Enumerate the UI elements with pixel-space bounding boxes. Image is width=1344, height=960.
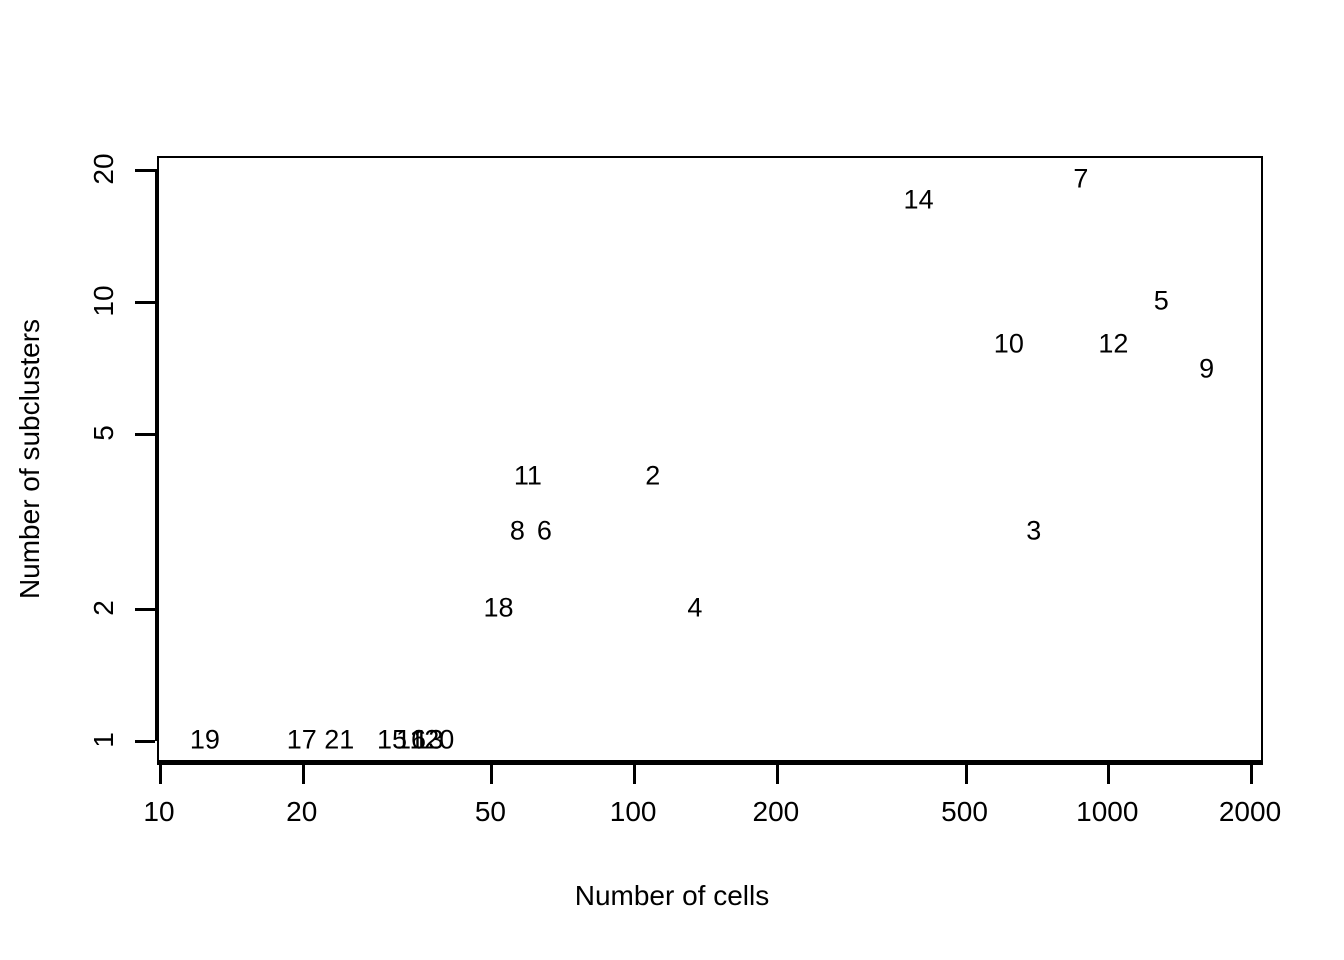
data-point-label: 2	[645, 460, 661, 491]
x-axis-tick	[159, 764, 162, 784]
x-axis-title: Number of cells	[574, 880, 770, 911]
data-point-label: 17	[286, 724, 317, 755]
data-point-label: 10	[993, 328, 1024, 359]
scatter-plot-figure: 1 2 3 4 5 6 7 8 9 10 11 12 13 14 15 16 17 18 19 20 21 10 20 50…	[0, 0, 1344, 960]
x-axis-tick-label: 200	[752, 796, 800, 827]
x-axis-tick	[964, 764, 968, 784]
x-axis-tick	[775, 764, 779, 784]
data-point-label: 11	[513, 460, 542, 491]
data-point-label: 20	[424, 724, 455, 755]
x-axis-tick-label: 500	[941, 796, 988, 827]
y-axis-tick-label: 1	[88, 732, 119, 748]
y-axis-title: Number of subclusters	[14, 318, 45, 600]
x-axis-tick	[1107, 764, 1111, 784]
y-axis-tick	[135, 740, 155, 743]
data-point-label: 3	[1026, 515, 1042, 546]
x-axis-tick	[490, 764, 494, 784]
data-point-label: 21	[324, 724, 355, 755]
data-point-label: 4	[687, 592, 703, 623]
x-axis-tick-label: 100	[609, 796, 657, 827]
y-axis-line	[155, 169, 158, 741]
x-axis-tick-label: 10	[143, 796, 175, 827]
data-point-label: 18	[483, 592, 514, 623]
x-axis-tick-label: 20	[286, 796, 318, 827]
y-axis-tick-label: 10	[88, 285, 119, 317]
data-point-label: 6	[536, 515, 552, 546]
y-axis-tick-label: 2	[88, 600, 119, 616]
x-axis-tick-label: 1000	[1076, 796, 1139, 827]
x-axis-tick	[1250, 764, 1253, 784]
y-axis-tick	[135, 433, 155, 437]
y-axis-tick-label: 5	[88, 425, 119, 442]
x-axis-line	[157, 762, 1263, 765]
x-axis-tick	[301, 764, 305, 784]
data-point-label: 7	[1073, 163, 1089, 194]
data-point-label: 9	[1199, 353, 1215, 384]
plot-frame	[157, 156, 1263, 762]
y-axis-tick	[135, 301, 155, 305]
x-axis-tick	[633, 764, 637, 784]
data-point-label: 12	[1098, 328, 1129, 359]
y-axis-tick-label: 20	[88, 153, 119, 185]
data-point-label: 8	[509, 515, 525, 546]
data-point-label: 19	[189, 724, 220, 755]
y-axis-tick	[135, 169, 155, 172]
data-point-label: 5	[1153, 285, 1169, 316]
x-axis-tick-label: 50	[474, 796, 506, 827]
data-point-label: 16	[395, 724, 427, 755]
x-axis-tick-label: 2000	[1218, 796, 1282, 827]
data-point-label: 14	[903, 184, 934, 215]
y-axis-tick	[135, 607, 155, 611]
